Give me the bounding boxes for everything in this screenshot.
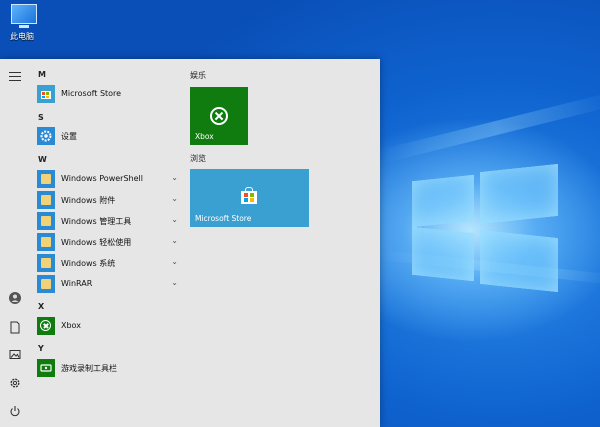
- light-beam: [378, 92, 600, 164]
- settings-icon[interactable]: [8, 377, 22, 391]
- store-bag-icon: [241, 187, 257, 204]
- microsoft-store-tile[interactable]: Microsoft Store: [190, 169, 309, 227]
- app-label: Windows PowerShell: [61, 174, 143, 183]
- store-app-icon: [37, 85, 55, 103]
- folder-icon: [37, 212, 55, 230]
- chevron-down-icon: ⌄: [171, 278, 178, 287]
- app-label: WinRAR: [61, 279, 93, 288]
- tile-label: Microsoft Store: [195, 214, 252, 223]
- app-label: Windows 系统: [61, 259, 116, 268]
- tile-group-browse[interactable]: 浏览: [190, 153, 206, 164]
- app-item-powershell[interactable]: Windows PowerShell ⌄: [36, 169, 182, 189]
- app-item-accessories[interactable]: Windows 附件 ⌄: [36, 190, 182, 210]
- app-item-winrar[interactable]: WinRAR ⌄: [36, 274, 182, 294]
- bag-icon: [41, 91, 51, 99]
- xbox-app-icon: [37, 317, 55, 335]
- gear-icon: [37, 127, 55, 145]
- chevron-down-icon: ⌄: [171, 257, 178, 266]
- app-list: M Microsoft Store S 设置 W Windows PowerSh…: [30, 59, 180, 427]
- app-item-microsoft-store[interactable]: Microsoft Store: [36, 84, 182, 104]
- this-pc-desktop-icon[interactable]: 此电脑: [8, 4, 40, 42]
- logo-pane: [412, 226, 474, 282]
- app-item-xbox[interactable]: Xbox: [36, 316, 182, 336]
- chevron-down-icon: ⌄: [171, 215, 178, 224]
- app-label: Microsoft Store: [61, 89, 122, 98]
- folder-icon: [37, 191, 55, 209]
- chevron-down-icon: ⌄: [171, 194, 178, 203]
- logo-pane: [480, 163, 558, 225]
- xbox-tile[interactable]: Xbox: [190, 87, 248, 145]
- app-label: 游戏录制工具栏: [61, 364, 117, 373]
- logo-pane: [412, 174, 474, 228]
- start-rail: [0, 59, 30, 427]
- app-label: Windows 管理工具: [61, 217, 132, 226]
- letter-header-w[interactable]: W: [38, 155, 47, 164]
- desktop-icon-label: 此电脑: [10, 32, 34, 41]
- letter-header-s[interactable]: S: [38, 113, 44, 122]
- pictures-icon[interactable]: [8, 349, 22, 363]
- hamburger-icon[interactable]: [8, 69, 22, 83]
- app-item-admin-tools[interactable]: Windows 管理工具 ⌄: [36, 211, 182, 231]
- chevron-down-icon: ⌄: [171, 236, 178, 245]
- folder-icon: [37, 233, 55, 251]
- app-item-game-bar[interactable]: 游戏录制工具栏: [36, 358, 182, 378]
- logo-pane: [480, 229, 558, 293]
- app-label: Xbox: [61, 321, 81, 330]
- start-menu: M Microsoft Store S 设置 W Windows PowerSh…: [0, 59, 380, 427]
- folder-icon: [37, 275, 55, 293]
- app-item-system[interactable]: Windows 系统 ⌄: [36, 253, 182, 273]
- power-icon[interactable]: [8, 405, 22, 419]
- tile-group-entertainment[interactable]: 娱乐: [190, 70, 206, 81]
- app-label: Windows 轻松使用: [61, 238, 132, 247]
- app-item-settings[interactable]: 设置: [36, 126, 182, 146]
- tile-label: Xbox: [195, 132, 214, 141]
- user-icon[interactable]: [8, 292, 22, 306]
- letter-header-y[interactable]: Y: [38, 344, 44, 353]
- app-item-ease-of-access[interactable]: Windows 轻松使用 ⌄: [36, 232, 182, 252]
- folder-icon: [37, 254, 55, 272]
- chevron-down-icon: ⌄: [171, 173, 178, 182]
- document-icon[interactable]: [8, 321, 22, 335]
- letter-header-m[interactable]: M: [38, 70, 46, 79]
- app-label: Windows 附件: [61, 196, 116, 205]
- xbox-logo-icon: [210, 107, 228, 125]
- computer-icon: [11, 4, 37, 28]
- game-bar-icon: [37, 359, 55, 377]
- tile-area: 娱乐 Xbox 浏览 Microsoft Store: [182, 59, 380, 427]
- letter-header-x[interactable]: X: [38, 302, 44, 311]
- folder-icon: [37, 170, 55, 188]
- app-label: 设置: [61, 132, 77, 141]
